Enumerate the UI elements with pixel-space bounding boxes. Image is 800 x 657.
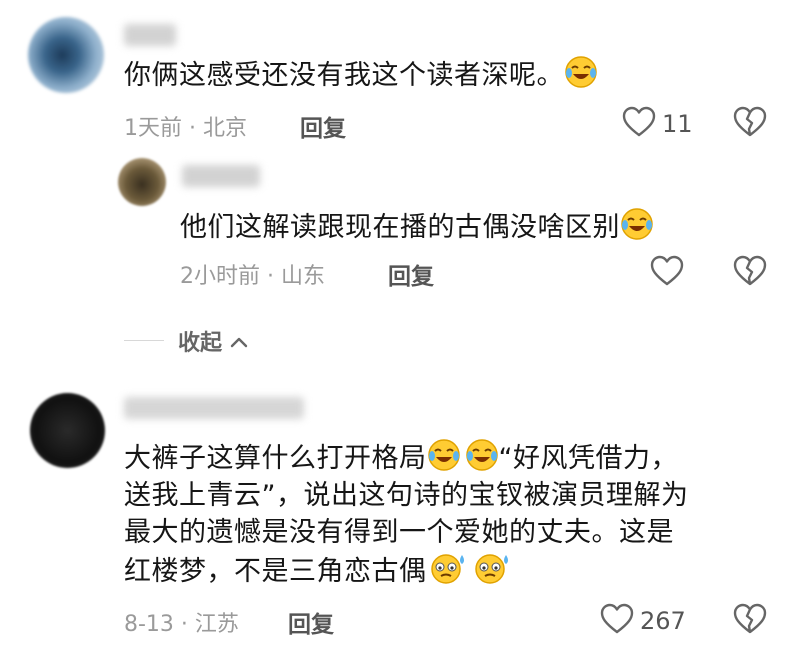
reply-button[interactable]: 回复 (288, 605, 334, 639)
comment-meta: 2小时前 · 山东 (180, 264, 325, 289)
like-count: 11 (662, 110, 693, 138)
heart-icon (622, 106, 656, 137)
dislike-button[interactable] (733, 255, 767, 287)
sweat-smile-emoji (471, 551, 511, 585)
reply-button[interactable]: 回复 (388, 257, 434, 291)
avatar[interactable] (30, 393, 105, 468)
comment-text: 你俩这感受还没有我这个读者深呢。 (124, 55, 598, 94)
like-count: 267 (640, 607, 686, 635)
comment-meta: 8-13 · 江苏 (124, 612, 239, 637)
laugh-cry-emoji (564, 55, 598, 89)
username-blurred[interactable] (124, 24, 176, 46)
dislike-button[interactable] (733, 603, 767, 635)
reply-button[interactable]: 回复 (300, 109, 346, 143)
comment-line: 最大的遗憾是没有得到一个爱她的丈夫。这是 (124, 517, 674, 548)
username-blurred[interactable] (182, 165, 260, 187)
avatar[interactable] (28, 17, 104, 93)
comment-text: 他们这解读跟现在播的古偶没啥区别 (180, 207, 654, 246)
broken-heart-icon (733, 106, 767, 137)
comment-line: 红楼梦，不是三角恋古偶 (124, 551, 784, 590)
like-button[interactable] (622, 106, 656, 138)
sweat-smile-emoji (427, 551, 467, 585)
broken-heart-icon (733, 603, 767, 634)
broken-heart-icon (733, 255, 767, 286)
collapse-replies-button[interactable]: 收起 (178, 325, 248, 357)
like-button[interactable] (650, 255, 684, 287)
like-button[interactable] (600, 603, 634, 635)
comment-line: 送我上青云”，说出这句诗的宝钗被演员理解为 (124, 480, 689, 511)
laugh-cry-emoji (620, 207, 654, 241)
comment-text: 大裤子这算什么打开格局 “好风凭借力， 送我上青云”，说出这句诗的宝钗被演员理解为… (124, 438, 784, 590)
heart-icon (650, 255, 684, 286)
comment-meta: 1天前 · 北京 (124, 116, 247, 141)
divider (124, 340, 164, 341)
dislike-button[interactable] (733, 106, 767, 138)
username-blurred[interactable] (124, 397, 304, 419)
laugh-cry-emoji (465, 438, 499, 472)
laugh-cry-emoji (427, 438, 461, 472)
chevron-up-icon (230, 337, 247, 348)
avatar[interactable] (118, 158, 166, 206)
heart-icon (600, 603, 634, 634)
comment-line: 大裤子这算什么打开格局 “好风凭借力， (124, 438, 784, 477)
